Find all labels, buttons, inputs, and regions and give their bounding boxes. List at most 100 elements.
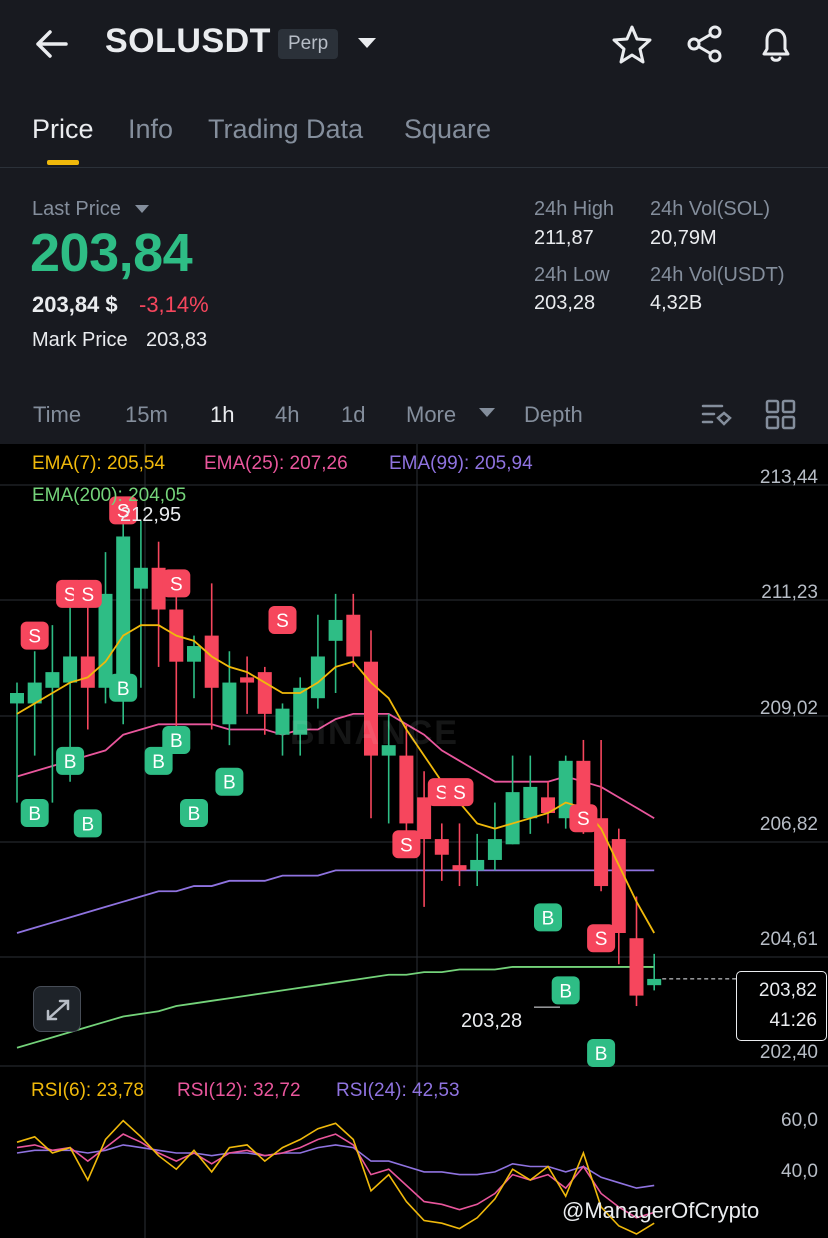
candle-body <box>222 682 237 725</box>
y-tick-label: 202,40 <box>759 1042 818 1063</box>
interval-time[interactable]: Time <box>33 402 81 428</box>
candle-body <box>240 677 255 683</box>
candle-body <box>346 614 361 657</box>
expand-chart-button[interactable] <box>33 986 81 1032</box>
candle-body <box>505 792 520 845</box>
low-price-marker: 203,28 <box>461 1010 523 1032</box>
interval-4h[interactable]: 4h <box>275 402 299 428</box>
candle-body <box>187 646 201 662</box>
share-icon[interactable] <box>683 22 727 66</box>
candle-body <box>133 567 148 589</box>
y-tick-label: 206,82 <box>759 814 818 835</box>
high-24h-label: 24h High <box>534 198 615 220</box>
price-chart[interactable]: SSSSSSSSSSSBBBBBBBBBBB BINANCE EMA(7): 2… <box>0 444 828 1238</box>
trade-marker-label: S <box>577 809 590 830</box>
ema25-legend: EMA(25): 207,26 <box>204 453 348 474</box>
rsi12-line <box>16 1133 655 1219</box>
candle-body <box>470 859 485 871</box>
trade-marker-label: B <box>64 752 77 773</box>
contract-type-badge: Perp <box>278 29 339 59</box>
chevron-down-icon[interactable] <box>479 408 495 417</box>
rsi-tick-label: 40,0 <box>781 1161 818 1182</box>
grid-layout-icon[interactable] <box>764 398 798 432</box>
interval-more[interactable]: More <box>406 402 456 428</box>
star-icon[interactable] <box>610 22 654 66</box>
interval-depth[interactable]: Depth <box>524 402 583 428</box>
back-arrow-icon[interactable] <box>30 22 74 66</box>
y-tick-label: 204,61 <box>759 929 818 950</box>
candle-body <box>434 839 449 855</box>
trade-marker-label: S <box>276 611 289 632</box>
candle-body <box>63 656 78 683</box>
credit-watermark: @ManagerOfCrypto <box>562 1198 760 1223</box>
interval-15m[interactable]: 15m <box>125 402 168 428</box>
high-24h-value: 211,87 <box>534 227 594 249</box>
trade-marker-label: B <box>223 773 236 794</box>
trade-marker-label: B <box>188 804 201 825</box>
vol-sol-value: 20,79M <box>650 227 717 249</box>
trade-marker-label: B <box>170 731 183 752</box>
tab-price[interactable]: Price <box>32 114 94 145</box>
indicator-settings-icon[interactable] <box>700 398 734 432</box>
bell-icon[interactable] <box>754 22 798 66</box>
mark-price-label: Mark Price <box>32 329 128 351</box>
candle-body <box>487 839 502 860</box>
pair-title[interactable]: SOLUSDT <box>105 22 271 61</box>
candle-body <box>647 978 662 986</box>
y-tick-label: 211,23 <box>761 582 818 603</box>
trade-marker-label: S <box>400 835 413 856</box>
vol-usdt-label: 24h Vol(USDT) <box>650 264 785 286</box>
low-24h-value: 203,28 <box>534 292 596 314</box>
trade-marker-label: B <box>152 752 165 773</box>
expand-icon <box>46 999 70 1021</box>
candle-body <box>98 593 113 688</box>
header-bar: SOLUSDT Perp <box>0 0 828 88</box>
mark-price-value: 203,83 <box>146 329 208 351</box>
tab-square[interactable]: Square <box>404 114 491 145</box>
candle-body <box>399 755 414 824</box>
rsi24-line <box>16 1144 655 1189</box>
ema7-legend: EMA(7): 205,54 <box>32 453 166 474</box>
candle-body <box>328 619 343 641</box>
candle-body <box>275 708 290 735</box>
rsi-tick-label: 60,0 <box>781 1110 818 1131</box>
ema99-legend: EMA(99): 205,94 <box>389 453 533 474</box>
main-tabs: Price Info Trading Data Square <box>0 100 828 168</box>
candle-body <box>116 536 131 693</box>
y-tick-label: 209,02 <box>759 698 818 719</box>
tab-trading-data[interactable]: Trading Data <box>208 114 363 145</box>
last-price: 203,84 <box>30 223 193 283</box>
tab-info[interactable]: Info <box>128 114 173 145</box>
rsi6-legend: RSI(6): 23,78 <box>31 1080 144 1101</box>
y-tick-label: 213,44 <box>759 467 818 488</box>
candle-body <box>523 786 538 819</box>
trade-marker-label: S <box>81 585 94 606</box>
interval-1d[interactable]: 1d <box>341 402 365 428</box>
last-price-label[interactable]: Last Price <box>32 198 121 221</box>
chevron-down-icon[interactable] <box>352 28 382 58</box>
caret-down-icon[interactable] <box>135 205 149 213</box>
usd-price: 203,84 $ <box>32 292 118 317</box>
price-change-percent: -3,14% <box>139 292 209 317</box>
interval-1h[interactable]: 1h <box>210 402 234 428</box>
high-price-marker: 212,95 <box>120 504 182 526</box>
active-tab-indicator <box>47 160 79 165</box>
low-24h-label: 24h Low <box>534 264 610 286</box>
candle-body <box>257 672 272 714</box>
trade-marker-label: B <box>28 804 41 825</box>
candlestick-chart-svg[interactable]: SS SSSSS SSSSBBBBBBBBBBB <box>0 444 828 1238</box>
vol-usdt-value: 4,32B <box>650 292 703 314</box>
current-price-marker: 203,82 41:26 <box>736 971 827 1041</box>
trade-marker-label: S <box>453 783 466 804</box>
trade-marker-label: B <box>117 679 130 700</box>
candle-body <box>452 865 467 871</box>
vol-sol-label: 24h Vol(SOL) <box>650 198 771 220</box>
candle-body <box>45 672 60 688</box>
trade-marker-label: B <box>81 814 94 835</box>
candle-body <box>204 635 219 688</box>
candle-countdown: 41:26 <box>769 1010 817 1031</box>
trade-marker-label: S <box>595 929 608 950</box>
rsi24-legend: RSI(24): 42,53 <box>336 1080 460 1101</box>
trade-marker-label: B <box>542 908 555 929</box>
rsi6-line <box>16 1119 655 1235</box>
